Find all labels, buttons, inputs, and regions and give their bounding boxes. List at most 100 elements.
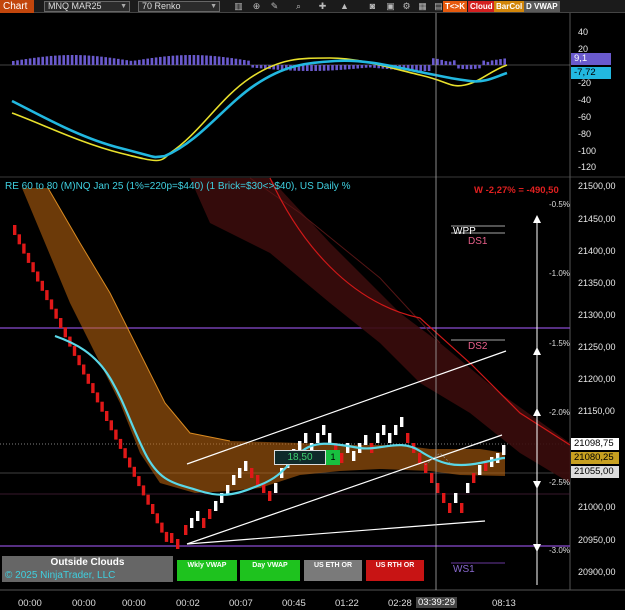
histogram-bar	[310, 65, 313, 71]
histogram-bar	[226, 57, 229, 65]
histogram-bar	[159, 56, 162, 65]
histogram-bar	[348, 65, 351, 70]
weekly-vwap-button[interactable]: Wkly VWAP	[177, 560, 237, 581]
cloud-toggle-button[interactable]: Cloud	[468, 1, 495, 12]
histogram-bar	[37, 57, 40, 65]
osc-tick: -120	[578, 162, 597, 172]
osc-tick: -20	[578, 78, 592, 88]
chart-canvas[interactable]	[0, 13, 625, 610]
histogram-bar	[352, 65, 355, 69]
chart-tab[interactable]: Chart	[0, 0, 34, 13]
renko-brick	[196, 511, 200, 521]
histogram-bar	[499, 59, 502, 65]
histogram-bar	[33, 57, 36, 65]
renko-brick	[176, 539, 180, 549]
renko-brick	[45, 290, 49, 301]
zoom-in-icon[interactable]: ⊕	[250, 1, 263, 12]
price-tick: 21400,00	[578, 246, 616, 256]
renko-brick	[184, 525, 188, 535]
trade-count-box[interactable]: 1	[326, 450, 340, 465]
properties-icon[interactable]: ✎	[268, 1, 281, 12]
time-tick: 00:00	[18, 598, 42, 609]
data-box-icon[interactable]: ▦	[416, 1, 429, 12]
histogram-bar	[117, 58, 120, 65]
bars-icon[interactable]: ▥	[232, 1, 245, 12]
histogram-bar	[440, 59, 443, 65]
histogram-bar	[356, 65, 359, 69]
dvwap-toggle-button[interactable]: D VWAP	[524, 1, 560, 12]
pct-label: -2.0%	[549, 408, 570, 417]
us-eth-or-button[interactable]: US ETH OR	[304, 560, 362, 581]
camera-icon[interactable]: ◙	[366, 1, 379, 12]
histogram-bar	[360, 65, 364, 69]
osc-tick: -40	[578, 95, 592, 105]
trade-value-box[interactable]: 18,50	[274, 450, 326, 465]
histogram-bar	[16, 60, 19, 65]
outside-clouds-panel: Outside Clouds © 2025 NinjaTrader, LLC	[2, 556, 173, 582]
renko-brick	[256, 475, 260, 485]
renko-brick	[63, 327, 67, 338]
renko-brick	[109, 420, 113, 431]
renko-brick	[164, 531, 169, 542]
zoom-icon[interactable]: ⌕	[292, 1, 305, 12]
time-tick: 00:02	[176, 598, 200, 609]
chart-title: RE 60 to 80 (M)NQ Jan 25 (1%=220p=$440) …	[5, 181, 351, 192]
histogram-bar	[129, 60, 133, 65]
renko-brick	[54, 308, 58, 319]
renko-brick	[352, 451, 356, 461]
renko-brick	[123, 448, 127, 459]
histogram-bar	[335, 65, 338, 71]
renko-brick	[460, 503, 464, 513]
bar-type-selector[interactable]: 70 Renko ▼	[138, 1, 220, 12]
histogram-bar	[306, 65, 309, 71]
histogram-bar	[318, 65, 322, 71]
barcol-toggle-button[interactable]: BarCol	[494, 1, 525, 12]
day-vwap-button[interactable]: Day VWAP	[240, 560, 300, 581]
histogram-bar	[75, 55, 78, 65]
histogram-bar	[469, 65, 473, 70]
renko-brick	[346, 443, 350, 453]
histogram-bar	[364, 65, 368, 68]
histogram-bar	[175, 55, 179, 65]
histogram-bar	[205, 55, 208, 65]
pct-label: -1.0%	[549, 269, 570, 278]
renko-brick	[72, 345, 77, 356]
time-tick: 00:07	[229, 598, 253, 609]
renko-brick	[340, 453, 344, 463]
histogram-bar	[373, 65, 376, 68]
histogram-bar	[79, 55, 82, 65]
time-tick: 00:00	[122, 598, 146, 609]
crosshair-icon[interactable]: ✚	[316, 1, 329, 12]
renko-brick	[472, 473, 476, 483]
weekly-pl-label: W -2,27% = -490,50	[474, 185, 559, 196]
renko-brick	[36, 271, 40, 282]
histogram-bar	[432, 58, 435, 65]
renko-brick	[17, 234, 21, 245]
time-tick: 00:00	[72, 598, 96, 609]
histogram-bar	[209, 55, 212, 65]
us-rth-or-button[interactable]: US RTH OR	[366, 560, 424, 581]
renko-brick	[155, 513, 159, 524]
renko-brick	[100, 401, 104, 412]
histogram-bar	[243, 59, 246, 65]
histogram-bar	[436, 58, 439, 65]
instrument-value: MNQ MAR25	[48, 1, 102, 11]
strategy-icon[interactable]: ⚙	[400, 1, 413, 12]
histogram-bar	[133, 60, 137, 65]
histogram-bar	[192, 55, 196, 65]
histogram-bar	[70, 55, 74, 65]
price-tick: 21150,00	[578, 406, 615, 416]
price-tick: 21300,00	[578, 310, 616, 320]
histogram-bar	[259, 65, 263, 69]
renko-brick	[418, 453, 422, 463]
renko-brick	[238, 468, 242, 478]
screenshot-icon[interactable]: ▣	[384, 1, 397, 12]
renko-brick	[114, 429, 118, 440]
histogram-bar	[49, 55, 53, 65]
histogram-bar	[58, 55, 61, 65]
instrument-selector[interactable]: MNQ MAR25 ▼	[44, 1, 130, 12]
drawing-tools-icon[interactable]: ▲	[338, 1, 351, 12]
renko-brick	[137, 476, 141, 487]
renko-brick	[151, 504, 155, 514]
tk-toggle-button[interactable]: T<>K	[443, 1, 468, 12]
